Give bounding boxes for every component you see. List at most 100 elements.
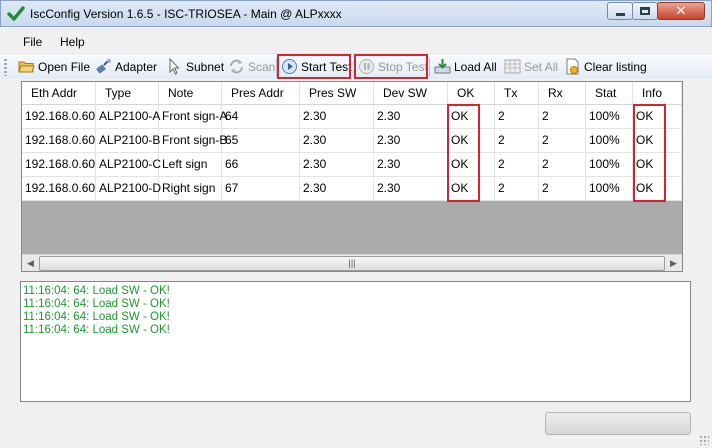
cell-dev-sw[interactable]: 2.30: [374, 105, 448, 128]
col-header-rx[interactable]: Rx: [539, 82, 586, 104]
resize-grip-icon[interactable]: [699, 435, 709, 445]
cell-note[interactable]: Right sign: [159, 177, 222, 200]
refresh-icon: [230, 59, 243, 74]
adapter-icon: [96, 59, 111, 74]
cell-eth-addr[interactable]: 192.168.0.60: [22, 105, 96, 128]
cell-tx[interactable]: 2: [495, 105, 539, 128]
horizontal-scrollbar[interactable]: ◀ ||| ▶: [22, 254, 682, 271]
log-line: 11:16:04: 64: Load SW - OK!: [23, 324, 170, 336]
cell-dev-sw[interactable]: 2.30: [374, 129, 448, 152]
load-icon: [434, 59, 451, 74]
info-column-highlight: [633, 104, 666, 202]
open-file-label: Open File: [38, 59, 91, 74]
cell-pres-sw[interactable]: 2.30: [300, 105, 374, 128]
col-header-pres-sw[interactable]: Pres SW: [300, 82, 374, 104]
menu-bar: File Help: [0, 27, 712, 54]
clear-listing-button[interactable]: Clear listing: [564, 55, 647, 78]
cell-pres-addr[interactable]: 65: [222, 129, 300, 152]
table-row[interactable]: 192.168.0.60 ALP2100-D Right sign 67 2.3…: [22, 177, 682, 201]
cell-pres-sw[interactable]: 2.30: [300, 129, 374, 152]
table-row[interactable]: 192.168.0.60 ALP2100-B Front sign-B 65 2…: [22, 129, 682, 153]
cell-tx[interactable]: 2: [495, 129, 539, 152]
cell-type[interactable]: ALP2100-B: [96, 129, 160, 152]
col-header-pres-addr[interactable]: Pres Addr: [222, 82, 300, 104]
clear-page-icon: [566, 58, 579, 75]
toolbar-grip[interactable]: [4, 59, 7, 76]
col-header-stat[interactable]: Stat: [586, 82, 633, 104]
log-line: 11:16:04: 64: Load SW - OK!: [23, 285, 170, 297]
col-header-type[interactable]: Type: [96, 82, 159, 104]
cell-dev-sw[interactable]: 2.30: [374, 153, 448, 176]
cell-type[interactable]: ALP2100-C: [96, 153, 161, 176]
folder-open-icon: [18, 61, 35, 73]
log-line: 11:16:04: 64: Load SW - OK!: [23, 298, 170, 310]
col-header-info[interactable]: Info: [633, 82, 682, 104]
table-row[interactable]: 192.168.0.60 ALP2100-C Left sign 66 2.30…: [22, 153, 682, 177]
cell-stat[interactable]: 100%: [586, 129, 633, 152]
cell-stat[interactable]: 100%: [586, 105, 633, 128]
load-all-button[interactable]: Load All: [434, 55, 497, 78]
subnet-button[interactable]: Subnet: [166, 55, 224, 78]
log-line: 11:16:04: 64: Load SW - OK!: [23, 311, 170, 323]
cursor-icon: [169, 58, 180, 75]
device-grid: Eth Addr Type Note Pres Addr Pres SW Dev…: [21, 81, 683, 272]
cell-rx[interactable]: 2: [539, 177, 586, 200]
cell-eth-addr[interactable]: 192.168.0.60: [22, 153, 96, 176]
col-header-tx[interactable]: Tx: [495, 82, 539, 104]
scroll-right-icon[interactable]: ▶: [665, 255, 682, 271]
stop-test-highlight: [354, 54, 428, 79]
maximize-icon: [640, 7, 650, 15]
cell-pres-sw[interactable]: 2.30: [300, 153, 374, 176]
menu-file[interactable]: File: [23, 35, 42, 49]
open-file-button[interactable]: Open File: [18, 55, 90, 78]
cell-stat[interactable]: 100%: [586, 177, 633, 200]
cell-note[interactable]: Left sign: [159, 153, 222, 176]
load-all-label: Load All: [454, 59, 497, 74]
cell-eth-addr[interactable]: 192.168.0.60: [22, 129, 96, 152]
col-header-ok[interactable]: OK: [448, 82, 495, 104]
cell-eth-addr[interactable]: 192.168.0.60: [22, 177, 96, 200]
minimize-button[interactable]: [607, 2, 633, 20]
cell-type[interactable]: ALP2100-D: [96, 177, 161, 200]
col-header-eth-addr[interactable]: Eth Addr: [22, 82, 96, 104]
col-header-dev-sw[interactable]: Dev SW: [374, 82, 448, 104]
cell-pres-addr[interactable]: 66: [222, 153, 300, 176]
close-icon: ✕: [675, 3, 687, 18]
cell-stat[interactable]: 100%: [586, 153, 633, 176]
adapter-label: Adapter: [115, 59, 158, 74]
scan-button[interactable]: Scan: [228, 55, 275, 78]
cell-rx[interactable]: 2: [539, 129, 586, 152]
cell-note[interactable]: Front sign-B: [159, 129, 227, 152]
cell-note[interactable]: Front sign-A: [159, 105, 227, 128]
cell-pres-sw[interactable]: 2.30: [300, 177, 374, 200]
cell-tx[interactable]: 2: [495, 177, 539, 200]
table-row[interactable]: 192.168.0.60 ALP2100-A Front sign-A 64 2…: [22, 105, 682, 129]
minimize-icon: [615, 12, 625, 16]
set-all-label: Set All: [524, 59, 559, 74]
toolbar-separator: [429, 58, 430, 77]
set-all-button[interactable]: Set All: [504, 55, 558, 78]
scrollbar-thumb[interactable]: |||: [39, 256, 665, 271]
close-button[interactable]: ✕: [657, 2, 705, 20]
cell-dev-sw[interactable]: 2.30: [374, 177, 448, 200]
cell-tx[interactable]: 2: [495, 153, 539, 176]
toolbar: Open File Adapter Subnet Scan Start Test: [0, 53, 712, 79]
cell-pres-addr[interactable]: 64: [222, 105, 300, 128]
maximize-button[interactable]: [632, 2, 658, 20]
title-bar: IscConfig Version 1.6.5 - ISC-TRIOSEA - …: [0, 0, 712, 27]
cell-pres-addr[interactable]: 67: [222, 177, 300, 200]
cell-rx[interactable]: 2: [539, 153, 586, 176]
subnet-label: Subnet: [186, 59, 225, 74]
grid-header: Eth Addr Type Note Pres Addr Pres SW Dev…: [22, 82, 682, 105]
col-header-note[interactable]: Note: [159, 82, 222, 104]
adapter-button[interactable]: Adapter: [95, 55, 157, 78]
scroll-left-icon[interactable]: ◀: [22, 255, 39, 271]
progress-bar: [545, 412, 691, 435]
scan-label: Scan: [248, 59, 276, 74]
menu-help[interactable]: Help: [60, 35, 85, 49]
cell-type[interactable]: ALP2100-A: [96, 105, 160, 128]
log-output[interactable]: 11:16:04: 64: Load SW - OK! 11:16:04: 64…: [20, 281, 691, 402]
ok-column-highlight: [447, 104, 480, 202]
cell-rx[interactable]: 2: [539, 105, 586, 128]
clear-listing-label: Clear listing: [584, 59, 647, 74]
